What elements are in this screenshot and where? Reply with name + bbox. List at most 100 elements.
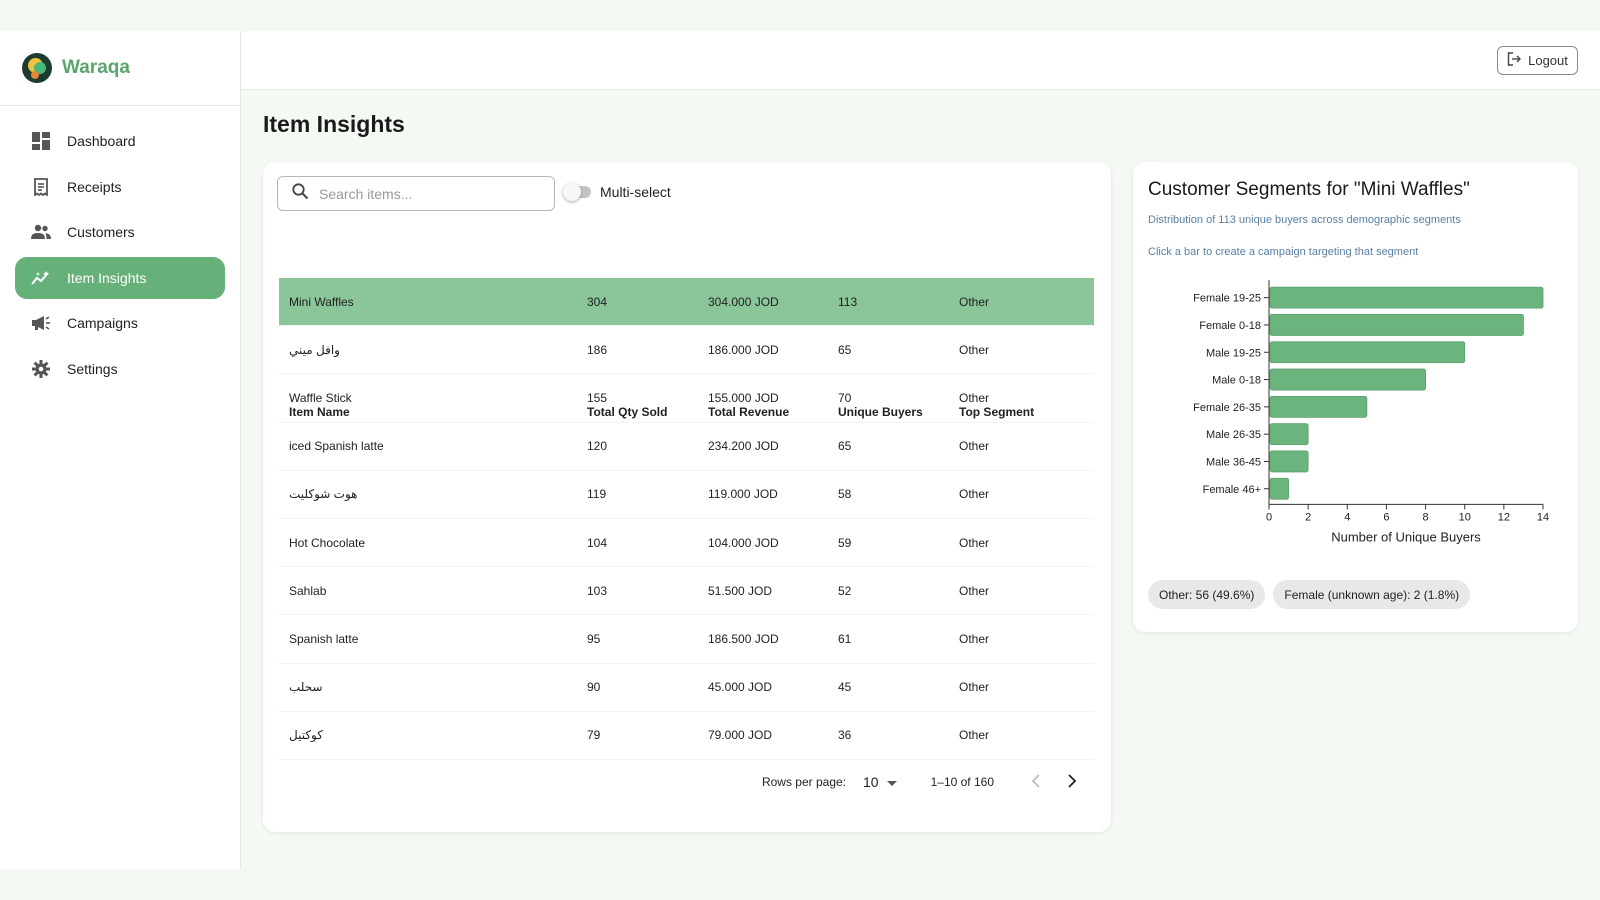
cell-segment: Other xyxy=(959,487,990,502)
people-icon xyxy=(31,222,51,242)
logo xyxy=(22,53,52,83)
toggle-switch[interactable] xyxy=(563,183,591,201)
x-tick-label: 8 xyxy=(1423,511,1429,523)
cell-item-name: Sahlab xyxy=(289,583,327,598)
brand-name: Waraqa xyxy=(62,57,130,78)
brand[interactable]: Waraqa xyxy=(0,31,240,106)
cell-buyers: 36 xyxy=(838,728,852,743)
table-row[interactable]: iced Spanish latte 120 234.200 JOD 65 Ot… xyxy=(279,423,1094,471)
sidebar-item-label: Receipts xyxy=(67,178,122,195)
cell-item-name: سحلب xyxy=(289,680,323,695)
cell-qty: 90 xyxy=(587,680,601,695)
next-page-button[interactable] xyxy=(1058,768,1086,796)
cell-revenue: 234.200 JOD xyxy=(708,439,779,454)
cell-buyers: 52 xyxy=(838,583,852,598)
table-row[interactable]: Hot Chocolate 104 104.000 JOD 59 Other xyxy=(279,519,1094,568)
y-tick-label: Female 0-18 xyxy=(1199,320,1261,332)
cell-qty: 104 xyxy=(587,535,608,550)
sidebar-item-receipts[interactable]: Receipts xyxy=(15,166,225,208)
cell-item-name: Hot Chocolate xyxy=(289,535,366,550)
chevron-left-icon xyxy=(1031,773,1041,791)
segment-bar[interactable] xyxy=(1269,341,1466,364)
megaphone-icon xyxy=(31,313,51,333)
y-tick-label: Male 36-45 xyxy=(1206,456,1261,468)
segments-hint: Click a bar to create a campaign targeti… xyxy=(1148,246,1419,258)
cell-segment: Other xyxy=(959,535,990,550)
table-row[interactable]: Waffle Stick 155 155.000 JOD 70 Other xyxy=(279,374,1094,423)
cell-segment: Other xyxy=(959,342,990,357)
sidebar-item-campaigns[interactable]: Campaigns xyxy=(15,302,225,344)
y-tick-label: Male 26-35 xyxy=(1206,429,1261,441)
x-tick-label: 14 xyxy=(1537,511,1549,523)
cell-segment: Other xyxy=(959,390,990,405)
cell-segment: Other xyxy=(959,439,990,454)
cell-item-name: Mini Waffles xyxy=(289,294,354,309)
x-tick-label: 4 xyxy=(1344,511,1350,523)
cell-qty: 103 xyxy=(587,583,608,598)
previous-page-button[interactable] xyxy=(1022,768,1050,796)
segment-bar[interactable] xyxy=(1269,477,1289,500)
cell-item-name: iced Spanish latte xyxy=(289,439,384,454)
search-box[interactable] xyxy=(277,176,555,211)
table-row[interactable]: سحلب 90 45.000 JOD 45 Other xyxy=(279,664,1094,712)
sidebar-item-item-insights[interactable]: Item Insights xyxy=(15,256,225,299)
sidebar-item-label: Item Insights xyxy=(67,269,147,286)
caret-down-icon xyxy=(886,774,897,790)
cell-revenue: 79.000 JOD xyxy=(708,728,773,743)
items-table-card: Multi-select Item Name Total Qty Sold To… xyxy=(263,162,1111,832)
segment-chips: Other: 56 (49.6%) Female (unknown age): … xyxy=(1148,580,1478,609)
cell-segment: Other xyxy=(959,583,990,598)
sidebar-item-dashboard[interactable]: Dashboard xyxy=(15,120,225,162)
segments-bar-chart: Female 19-25 Female 0-18 Male 19-25 Male 0-… xyxy=(1193,280,1549,544)
cell-buyers: 65 xyxy=(838,342,852,357)
table-row[interactable]: Spanish latte 95 186.500 JOD 61 Other xyxy=(279,615,1094,664)
segment-bar[interactable] xyxy=(1269,450,1309,473)
segment-chip[interactable]: Other: 56 (49.6%) xyxy=(1148,580,1266,609)
multiselect-label: Multi-select xyxy=(600,184,671,200)
y-tick-label: Male 0-18 xyxy=(1212,375,1261,387)
table-row[interactable]: Mini Waffles 304 304.000 JOD 113 Other xyxy=(279,278,1094,327)
cell-revenue: 45.000 JOD xyxy=(708,680,773,695)
segment-bar[interactable] xyxy=(1269,395,1368,418)
cell-qty: 119 xyxy=(587,487,607,502)
table-row[interactable]: هوت شوكليت 119 119.000 JOD 58 Other xyxy=(279,471,1094,519)
table-row[interactable]: كوكتيل 79 79.000 JOD 36 Other xyxy=(279,712,1094,760)
table-body: Mini Waffles 304 304.000 JOD 113 Other و… xyxy=(279,278,1094,760)
sidebar-item-label: Dashboard xyxy=(67,133,136,149)
table-row[interactable]: وافل ميني 186 186.000 JOD 65 Other xyxy=(279,326,1094,375)
sidebar-item-label: Customers xyxy=(67,224,135,240)
sidebar-item-label: Campaigns xyxy=(67,315,138,331)
segment-chip[interactable]: Female (unknown age): 2 (1.8%) xyxy=(1273,580,1471,609)
y-tick-label: Female 26-35 xyxy=(1193,402,1261,414)
multiselect-toggle[interactable]: Multi-select xyxy=(563,183,671,201)
cell-revenue: 186.000 JOD xyxy=(708,342,779,357)
cell-qty: 155 xyxy=(587,390,608,405)
sidebar-item-settings[interactable]: Settings xyxy=(15,348,225,390)
pagination: Rows per page: 10 1–10 of 160 xyxy=(279,760,1094,804)
rows-per-page-select[interactable]: 10 xyxy=(863,774,897,790)
cell-buyers: 65 xyxy=(838,439,852,454)
sidebar: Waraqa Dashboard Receipts Customers Item… xyxy=(0,31,241,869)
cell-buyers: 113 xyxy=(838,294,858,309)
segment-bar[interactable] xyxy=(1269,368,1426,391)
x-tick-label: 10 xyxy=(1459,511,1471,523)
x-tick-label: 12 xyxy=(1498,511,1510,523)
y-tick-label: Female 19-25 xyxy=(1193,293,1261,305)
cell-qty: 79 xyxy=(587,728,601,743)
logout-label: Logout xyxy=(1528,53,1568,68)
cell-buyers: 58 xyxy=(838,487,852,502)
search-input[interactable] xyxy=(319,185,539,202)
cell-item-name: هوت شوكليت xyxy=(289,487,358,502)
table-row[interactable]: Sahlab 103 51.500 JOD 52 Other xyxy=(279,567,1094,616)
logout-icon xyxy=(1507,52,1522,69)
segments-title: Customer Segments for "Mini Waffles" xyxy=(1148,179,1470,200)
sidebar-item-customers[interactable]: Customers xyxy=(15,211,225,253)
segment-bar[interactable] xyxy=(1269,314,1524,336)
segment-bar[interactable] xyxy=(1269,286,1544,309)
logout-button[interactable]: Logout xyxy=(1497,46,1578,75)
topbar: Logout xyxy=(241,31,1600,90)
segment-bar[interactable] xyxy=(1269,423,1309,446)
sidebar-nav: Dashboard Receipts Customers Item Insigh… xyxy=(0,106,240,390)
cell-revenue: 119.000 JOD xyxy=(708,487,778,502)
cell-segment: Other xyxy=(959,294,990,309)
